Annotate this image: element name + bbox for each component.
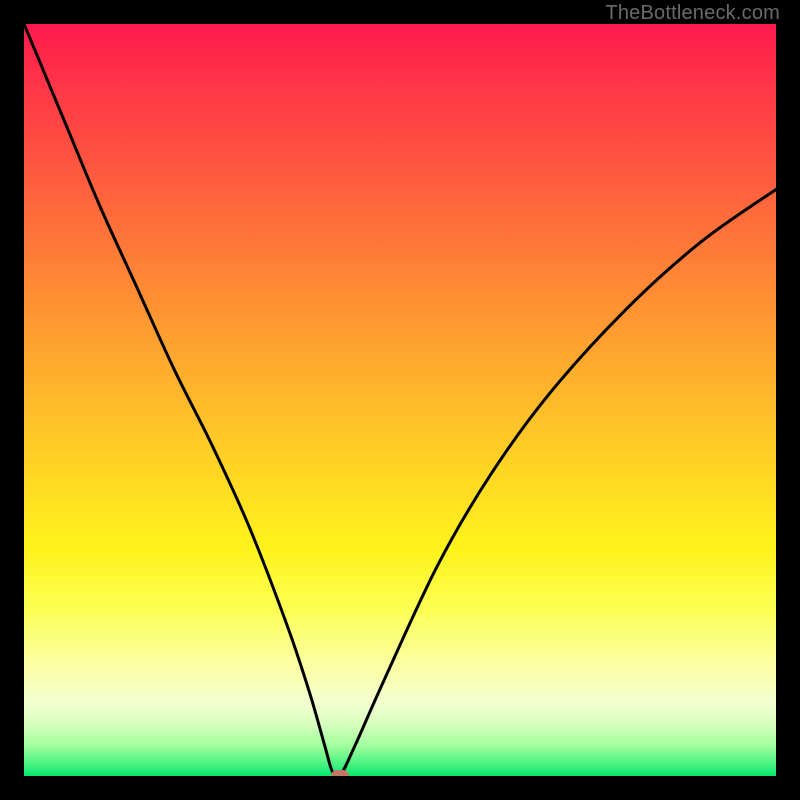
plot-area [24, 24, 776, 776]
chart-frame: TheBottleneck.com [0, 0, 800, 800]
curve-svg [24, 24, 776, 776]
watermark-text: TheBottleneck.com [605, 2, 780, 25]
optimal-marker [331, 770, 349, 776]
bottleneck-curve [24, 24, 776, 776]
